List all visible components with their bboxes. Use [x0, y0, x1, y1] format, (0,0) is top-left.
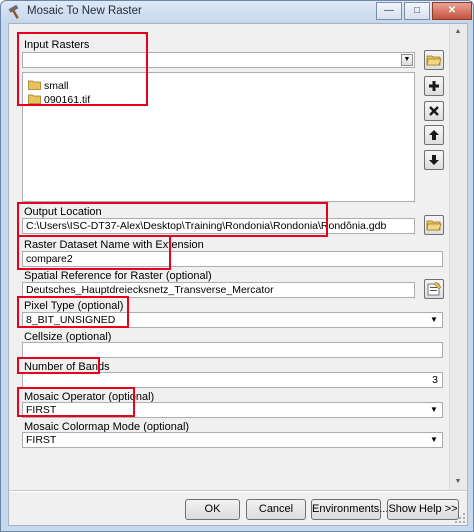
- close-button[interactable]: ✕: [432, 2, 472, 20]
- number-of-bands-input[interactable]: 3: [22, 372, 443, 388]
- pixel-type-select[interactable]: 8_BIT_UNSIGNED ▼: [22, 312, 443, 328]
- output-location-input[interactable]: C:\Users\ISC-DT37-Alex\Desktop\Training\…: [22, 218, 415, 234]
- mosaic-operator-value: FIRST: [26, 404, 57, 416]
- pixel-type-label: Pixel Type (optional): [24, 300, 124, 312]
- environments-button[interactable]: Environments...: [311, 499, 388, 520]
- input-rasters-label: Input Rasters: [24, 39, 90, 51]
- window-title: Mosaic To New Raster: [27, 5, 142, 17]
- mosaic-operator-select[interactable]: FIRST ▼: [22, 402, 443, 418]
- show-help-button[interactable]: Show Help >>: [387, 499, 459, 520]
- pixel-type-value: 8_BIT_UNSIGNED: [26, 314, 116, 326]
- move-down-icon: [429, 155, 439, 166]
- output-location-label: Output Location: [24, 206, 102, 218]
- open-folder-icon: [426, 220, 442, 231]
- maximize-button[interactable]: □: [404, 2, 430, 20]
- move-up-button[interactable]: [424, 125, 444, 145]
- chevron-down-icon: ▼: [430, 435, 438, 444]
- spatial-reference-properties-button[interactable]: [424, 279, 444, 299]
- mosaic-colormap-mode-value: FIRST: [26, 434, 57, 446]
- list-item-label: small: [44, 80, 69, 92]
- add-button[interactable]: [424, 76, 444, 96]
- raster-dataset-name-label: Raster Dataset Name with Extension: [24, 239, 204, 251]
- remove-icon: [429, 106, 439, 116]
- scroll-up-icon[interactable]: ▲: [450, 24, 466, 40]
- environments-button-label: Environments...: [312, 503, 389, 515]
- remove-button[interactable]: [424, 101, 444, 121]
- close-icon: ✕: [447, 5, 457, 16]
- chevron-down-icon: ▼: [430, 405, 438, 414]
- ok-button[interactable]: OK: [185, 499, 240, 520]
- move-down-button[interactable]: [424, 150, 444, 170]
- number-of-bands-value: 3: [432, 374, 438, 386]
- output-location-value: C:\Users\ISC-DT37-Alex\Desktop\Training\…: [26, 220, 387, 232]
- browse-output-button[interactable]: [424, 215, 444, 235]
- move-up-icon: [429, 130, 439, 141]
- dialog-window: Mosaic To New Raster — □ ✕ Input Rasters…: [0, 0, 474, 532]
- input-rasters-list[interactable]: small 090161.tif: [22, 72, 415, 202]
- show-help-button-label: Show Help >>: [388, 503, 458, 515]
- mosaic-colormap-mode-select[interactable]: FIRST ▼: [22, 432, 443, 448]
- maximize-icon: □: [413, 5, 421, 16]
- add-icon: [429, 81, 439, 92]
- cancel-button[interactable]: Cancel: [246, 499, 306, 520]
- folder-icon: [28, 94, 41, 104]
- raster-dataset-name-value: compare2: [26, 253, 73, 265]
- properties-icon: [427, 282, 441, 296]
- list-item[interactable]: 090161.tif: [28, 93, 90, 107]
- hammer-tool-icon: [8, 4, 19, 19]
- resize-grip-icon[interactable]: [454, 512, 466, 524]
- title-bar[interactable]: Mosaic To New Raster — □ ✕: [1, 1, 473, 23]
- open-folder-icon: [426, 55, 442, 66]
- spatial-reference-value: Deutsches_Hauptdreiecksnetz_Transverse_M…: [26, 284, 274, 296]
- dialog-client-area: Input Rasters ▼ small 090161.tif Output …: [8, 23, 468, 526]
- scroll-down-icon[interactable]: ▼: [450, 474, 466, 490]
- input-rasters-combobox[interactable]: ▼: [22, 52, 415, 68]
- spatial-reference-label: Spatial Reference for Raster (optional): [24, 270, 212, 282]
- browse-input-button[interactable]: [424, 50, 444, 70]
- list-item[interactable]: small: [28, 79, 69, 93]
- list-item-label: 090161.tif: [44, 94, 91, 106]
- ok-button-label: OK: [204, 503, 221, 515]
- cellsize-input[interactable]: [22, 342, 443, 358]
- chevron-down-icon[interactable]: ▼: [401, 54, 413, 66]
- panel-scrollbar[interactable]: ▲ ▼: [449, 24, 466, 490]
- minimize-icon: —: [384, 5, 394, 16]
- divider: [9, 491, 467, 492]
- chevron-down-icon: ▼: [430, 315, 438, 324]
- raster-dataset-name-input[interactable]: compare2: [22, 251, 443, 267]
- spatial-reference-input[interactable]: Deutsches_Hauptdreiecksnetz_Transverse_M…: [22, 282, 415, 298]
- minimize-button[interactable]: —: [376, 2, 402, 20]
- folder-icon: [28, 80, 41, 90]
- cancel-button-label: Cancel: [258, 503, 294, 515]
